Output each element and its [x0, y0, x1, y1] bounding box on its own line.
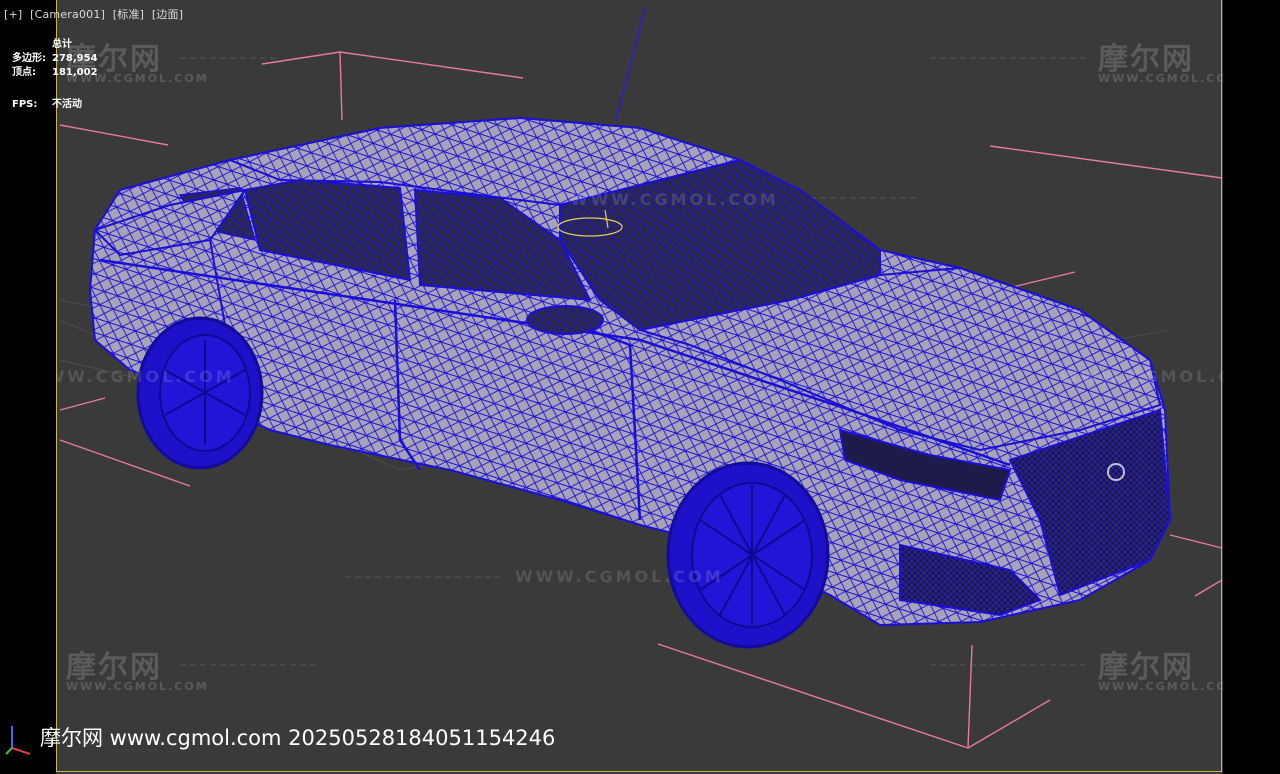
footer-watermark-text: 摩尔网 www.cgmol.com 20250528184051154246: [40, 726, 556, 750]
stats-header: 总计: [52, 39, 72, 50]
vertices-value: 181,002: [52, 67, 98, 78]
viewport-display-mode-menu[interactable]: [边面]: [152, 8, 183, 21]
right-letterbox: [1223, 0, 1280, 774]
left-letterbox: [0, 0, 56, 774]
watermark-url: WWW.CGMOL.COM: [570, 190, 779, 209]
viewport-general-menu[interactable]: [+]: [4, 8, 22, 21]
fps-value: 不活动: [52, 99, 82, 110]
viewport-camera-menu[interactable]: [Camera001]: [30, 8, 105, 21]
watermark-logo-en: WWW.CGMOL.COM: [1098, 680, 1241, 693]
scene-statistics: 总计 多边形: 278,954 顶点: 181,002 FPS: 不活动: [12, 38, 98, 112]
polygons-value: 278,954: [52, 53, 98, 64]
axis-tripod-icon: [5, 726, 31, 755]
watermark-logo-en: WWW.CGMOL.COM: [1098, 72, 1241, 85]
watermark-url: WWW.CGMOL.COM: [515, 567, 724, 586]
camera-target-line: [615, 7, 646, 121]
fps-label: FPS:: [12, 99, 38, 110]
viewport-shading-menu[interactable]: [标准]: [113, 8, 144, 21]
wireframe-scene: [59, 7, 1223, 749]
polygons-label: 多边形:: [12, 53, 46, 64]
viewport-label-menu: [+] [Camera001] [标准] [边面]: [4, 6, 187, 22]
watermark-logo-en: WWW.CGMOL.COM: [66, 680, 209, 693]
vertices-label: 顶点:: [12, 67, 36, 78]
watermark-url: WWW.CGMOL.COM: [26, 367, 235, 386]
camera-viewport[interactable]: 摩尔网 WWW.CGMOL.COM 摩尔网 WWW.CGMOL.COM 摩尔网 …: [0, 0, 1280, 774]
